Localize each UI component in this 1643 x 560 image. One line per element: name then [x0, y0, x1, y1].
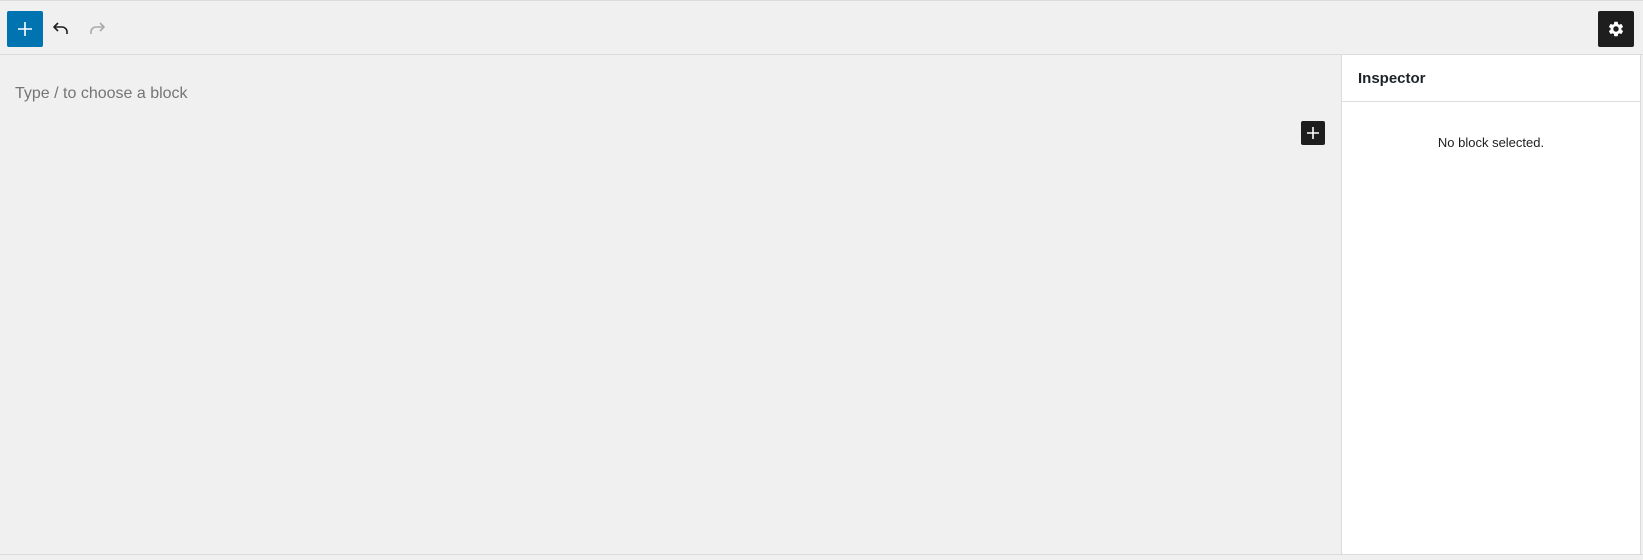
inspector-title: Inspector: [1358, 69, 1426, 87]
undo-button[interactable]: [46, 14, 76, 44]
add-block-button[interactable]: [7, 11, 43, 47]
plus-icon: [18, 22, 32, 36]
editor-canvas[interactable]: Type / to choose a block: [0, 55, 1341, 555]
inspector-header: Inspector: [1342, 55, 1640, 102]
settings-button[interactable]: [1598, 11, 1634, 47]
undo-icon: [53, 22, 68, 34]
redo-button[interactable]: [82, 14, 112, 44]
bottom-divider: [0, 554, 1643, 560]
redo-icon: [90, 22, 105, 34]
block-placeholder[interactable]: Type / to choose a block: [15, 85, 188, 103]
plus-icon: [1307, 127, 1319, 139]
inspector-sidebar: Inspector No block selected.: [1341, 55, 1641, 555]
top-toolbar: [0, 0, 1643, 55]
block-appender-button[interactable]: [1301, 121, 1325, 145]
inspector-empty-message: No block selected.: [1437, 135, 1545, 150]
gear-icon: [1608, 21, 1624, 37]
block-editor: Type / to choose a block Inspector No bl…: [0, 0, 1643, 560]
